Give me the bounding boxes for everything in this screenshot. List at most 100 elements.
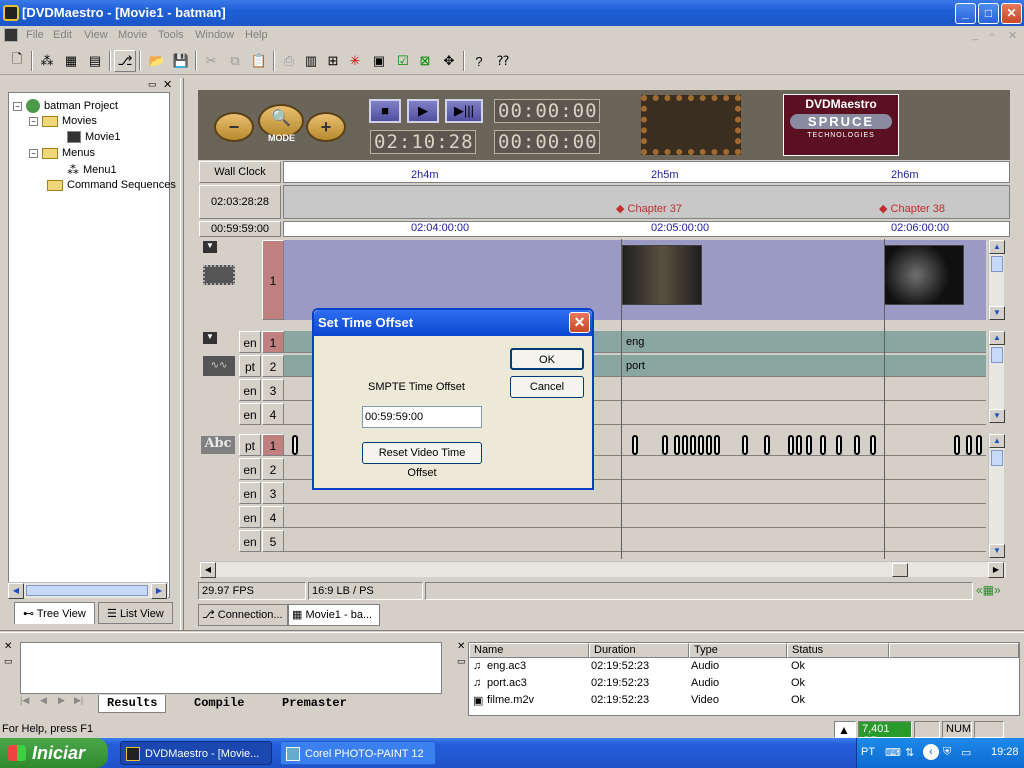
- scroll-up-icon[interactable]: ▲: [989, 434, 1005, 448]
- collapse-icon[interactable]: ▼: [203, 241, 217, 253]
- open-icon[interactable]: 📂: [146, 50, 168, 72]
- subtitle-clip[interactable]: [854, 435, 860, 455]
- reset-video-offset-button[interactable]: Reset Video Time Offset: [362, 442, 482, 479]
- subtitle-lane[interactable]: [284, 506, 986, 528]
- subtitle-clip[interactable]: [806, 435, 812, 455]
- subtitle-clip[interactable]: [698, 435, 704, 455]
- minimize-button[interactable]: _: [955, 3, 976, 24]
- audio-track-number[interactable]: 1: [262, 331, 284, 353]
- scroll-thumb[interactable]: [26, 585, 148, 596]
- scroll-up-icon[interactable]: ▲: [989, 331, 1005, 345]
- output-text-area[interactable]: [20, 642, 442, 694]
- pane-close-icon[interactable]: ✕: [163, 78, 172, 91]
- subtitle-clip[interactable]: [836, 435, 842, 455]
- build-icon[interactable]: ⊠: [414, 50, 436, 72]
- scroll-down-icon[interactable]: ▼: [989, 544, 1005, 558]
- audio-track-number[interactable]: 4: [262, 403, 284, 425]
- smpte-offset-input[interactable]: [362, 406, 482, 428]
- nav-next-icon[interactable]: ▶: [58, 695, 65, 706]
- audio-language-cell[interactable]: en: [239, 331, 261, 353]
- audio-track-number[interactable]: 3: [262, 379, 284, 401]
- save-icon[interactable]: 💾: [170, 50, 192, 72]
- subtitle-language-cell[interactable]: pt: [239, 434, 261, 456]
- movie-icon[interactable]: ▦: [60, 50, 82, 72]
- film-icon[interactable]: ▣: [368, 50, 390, 72]
- tab-connection[interactable]: ⎇ Connection...: [198, 604, 288, 626]
- subtitle-clip[interactable]: [674, 435, 680, 455]
- file-row[interactable]: ♫ eng.ac3 02:19:52:23 Audio Ok: [469, 660, 1019, 676]
- copy-icon[interactable]: ⧉: [224, 50, 246, 72]
- tree-node-movies[interactable]: − Movies: [29, 115, 97, 127]
- language-indicator[interactable]: PT: [861, 746, 875, 758]
- cancel-button[interactable]: Cancel: [510, 376, 584, 398]
- menu-view[interactable]: View: [84, 29, 108, 41]
- collapse-icon[interactable]: −: [13, 101, 22, 111]
- document-icon[interactable]: [4, 28, 18, 42]
- scroll-left-icon[interactable]: ◀: [200, 562, 216, 578]
- subtitle-clip[interactable]: [662, 435, 668, 455]
- mdi-minimize-button[interactable]: _: [972, 29, 978, 41]
- chapter-marker-37[interactable]: ◆ Chapter 37: [616, 202, 682, 215]
- scroll-down-icon[interactable]: ▼: [989, 409, 1005, 423]
- dialog-close-button[interactable]: ✕: [569, 312, 590, 333]
- menu-help[interactable]: Help: [245, 29, 268, 41]
- subtitle-track-number[interactable]: 4: [262, 506, 284, 528]
- taskbar-item-corel[interactable]: Corel PHOTO-PAINT 12: [280, 741, 436, 765]
- column-header-name[interactable]: Name: [469, 643, 589, 658]
- zoom-fit-icon[interactable]: «▦»: [976, 583, 1001, 597]
- clock[interactable]: 19:28: [991, 746, 1019, 758]
- subtitle-language-cell[interactable]: en: [239, 530, 261, 552]
- title-bar[interactable]: [DVDMaestro - [Movie1 - batman] _ □ ✕: [0, 0, 1024, 26]
- tree-horizontal-scrollbar[interactable]: ◀ ▶: [8, 582, 168, 599]
- pane-splitter[interactable]: [180, 78, 184, 630]
- zoom-out-button[interactable]: −: [214, 112, 254, 142]
- tab-movie1[interactable]: ▦ Movie1 - ba...: [288, 604, 380, 626]
- video-track-number[interactable]: 1: [262, 240, 284, 320]
- audio-vertical-scrollbar[interactable]: ▲ ▼: [988, 331, 1005, 423]
- audio-track-number[interactable]: 2: [262, 355, 284, 377]
- subtitle-clip[interactable]: [764, 435, 770, 455]
- subtitle-clip[interactable]: [706, 435, 712, 455]
- subtitle-clip[interactable]: [742, 435, 748, 455]
- scroll-thumb[interactable]: [991, 347, 1003, 363]
- subtitle-clip[interactable]: [870, 435, 876, 455]
- subtitle-clip[interactable]: [682, 435, 688, 455]
- project-tree-icon[interactable]: ⁂: [36, 50, 58, 72]
- filelist-pin-icon[interactable]: ▭: [457, 656, 466, 667]
- scroll-up-icon[interactable]: ▲: [989, 240, 1005, 254]
- tab-compile[interactable]: Compile: [186, 695, 252, 713]
- tree-node-command-sequences[interactable]: Command Sequences: [47, 179, 176, 191]
- pane-pin-icon[interactable]: ▭: [148, 79, 157, 90]
- subtitle-clip[interactable]: [966, 435, 972, 455]
- subtitle-clip[interactable]: [796, 435, 802, 455]
- tab-tree-view[interactable]: ⊷ Tree View: [14, 602, 95, 624]
- subtitle-track-number[interactable]: 2: [262, 458, 284, 480]
- tree-node-movie1[interactable]: Movie1: [67, 131, 120, 143]
- barcode-icon[interactable]: ▥: [300, 50, 322, 72]
- menu-tools[interactable]: Tools: [158, 29, 184, 41]
- subtitle-clip[interactable]: [976, 435, 982, 455]
- tab-results[interactable]: Results: [98, 695, 167, 713]
- menu-list-icon[interactable]: ▤: [84, 50, 106, 72]
- subtitle-clip[interactable]: [954, 435, 960, 455]
- output-pin-icon[interactable]: ▭: [4, 656, 13, 667]
- tree-node-menu1[interactable]: ⁂ Menu1: [67, 163, 117, 177]
- video-thumbnail[interactable]: [622, 245, 702, 305]
- scroll-thumb[interactable]: [991, 256, 1003, 272]
- dialog-title-bar[interactable]: Set Time Offset ✕: [314, 310, 592, 336]
- stop-button[interactable]: ■: [369, 99, 401, 123]
- marker-icon[interactable]: ✳: [344, 50, 366, 72]
- keyboard-icon[interactable]: ⌨: [885, 746, 901, 759]
- collapse-icon[interactable]: −: [29, 148, 38, 158]
- menu-file[interactable]: File: [26, 29, 44, 41]
- menu-edit[interactable]: Edit: [53, 29, 72, 41]
- audio-language-cell[interactable]: pt: [239, 355, 261, 377]
- paste-icon[interactable]: 📋: [248, 50, 270, 72]
- collapse-icon[interactable]: −: [29, 116, 38, 126]
- column-header-duration[interactable]: Duration: [589, 643, 689, 658]
- connection-icon[interactable]: ⎇: [114, 50, 136, 72]
- maximize-button[interactable]: □: [978, 3, 999, 24]
- nav-last-icon[interactable]: ▶|: [74, 695, 83, 706]
- scroll-left-icon[interactable]: ◀: [8, 583, 24, 599]
- scroll-thumb[interactable]: [892, 563, 908, 577]
